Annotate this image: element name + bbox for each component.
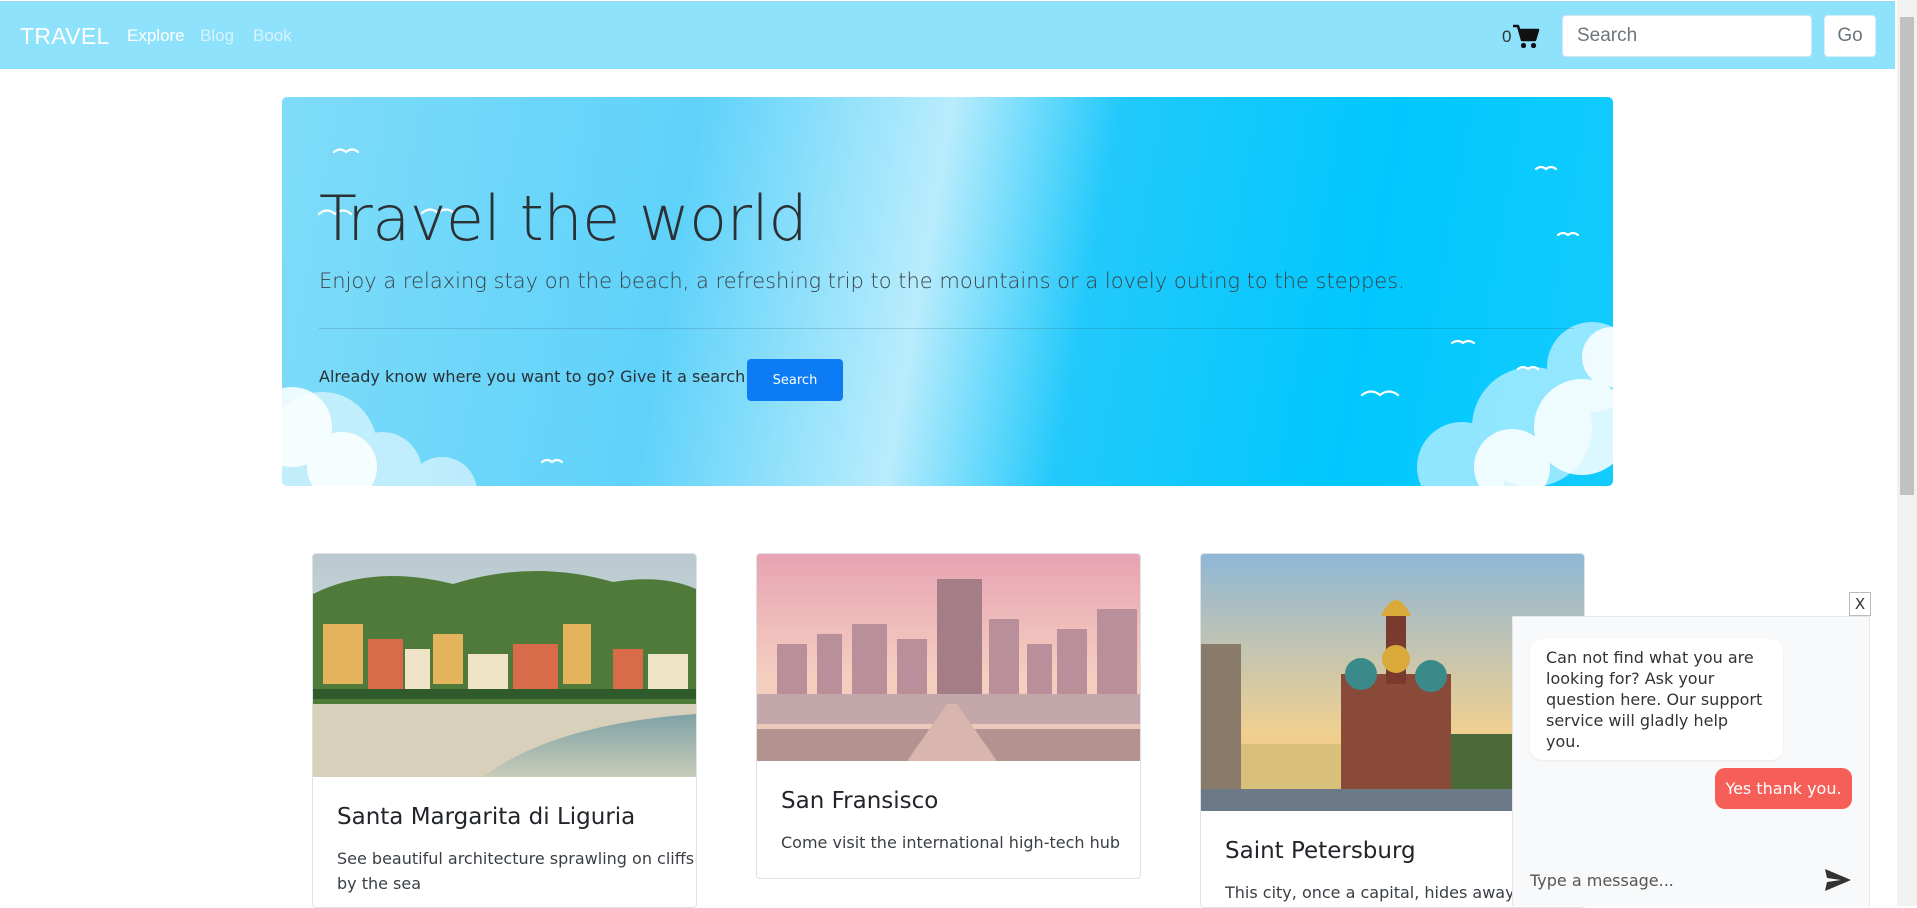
destination-card-santa-margarita[interactable]: Santa Margarita di Liguria See beautiful… bbox=[312, 553, 697, 908]
hero-search-button[interactable]: Search bbox=[747, 359, 843, 401]
chat-message-outgoing: Yes thank you. bbox=[1715, 768, 1852, 809]
hero-divider bbox=[319, 328, 1574, 329]
hero-banner: Travel the world Enjoy a relaxing stay o… bbox=[282, 97, 1613, 486]
nav-link-explore[interactable]: Explore bbox=[127, 26, 185, 46]
destination-card-san-fransisco[interactable]: San Fransisco Come visit the internation… bbox=[756, 553, 1141, 879]
navbar: TRAVEL Explore Blog Book 0 Go bbox=[0, 1, 1895, 69]
paper-plane-send-icon[interactable] bbox=[1823, 867, 1853, 893]
card-text-line: by the sea bbox=[337, 874, 422, 893]
shopping-cart-icon bbox=[1513, 24, 1540, 49]
chat-close-button[interactable]: X bbox=[1849, 592, 1871, 616]
nav-link-book[interactable]: Book bbox=[253, 26, 292, 46]
nav-search-input[interactable] bbox=[1562, 15, 1812, 57]
cart-button[interactable]: 0 bbox=[1502, 22, 1540, 52]
card-title: Saint Petersburg bbox=[1225, 838, 1416, 864]
chat-widget: Can not find what you are looking for? A… bbox=[1512, 616, 1870, 906]
hero-title: Travel the world bbox=[319, 182, 808, 255]
card-image-city-skyline bbox=[757, 554, 1140, 761]
nav-go-button[interactable]: Go bbox=[1824, 15, 1876, 57]
chat-message-incoming: Can not find what you are looking for? A… bbox=[1530, 639, 1783, 760]
card-text-line: See beautiful architecture sprawling on … bbox=[337, 849, 695, 868]
hero-search-prompt: Already know where you want to go? Give … bbox=[319, 367, 746, 386]
page-scrollbar[interactable] bbox=[1897, 0, 1917, 906]
brand-logo[interactable]: TRAVEL bbox=[20, 23, 110, 50]
chat-message-input[interactable] bbox=[1513, 857, 1813, 903]
card-title: Santa Margarita di Liguria bbox=[337, 804, 636, 830]
cart-count: 0 bbox=[1502, 27, 1512, 46]
card-text-line: This city, once a capital, hides away bbox=[1225, 883, 1515, 902]
scrollbar-thumb[interactable] bbox=[1900, 17, 1914, 495]
hero-lead: Enjoy a relaxing stay on the beach, a re… bbox=[319, 269, 1405, 293]
nav-link-blog[interactable]: Blog bbox=[200, 26, 234, 46]
card-text-line: Come visit the international high-tech h… bbox=[781, 833, 1121, 852]
card-title: San Fransisco bbox=[781, 788, 939, 814]
card-image-seaside-town bbox=[313, 554, 696, 777]
